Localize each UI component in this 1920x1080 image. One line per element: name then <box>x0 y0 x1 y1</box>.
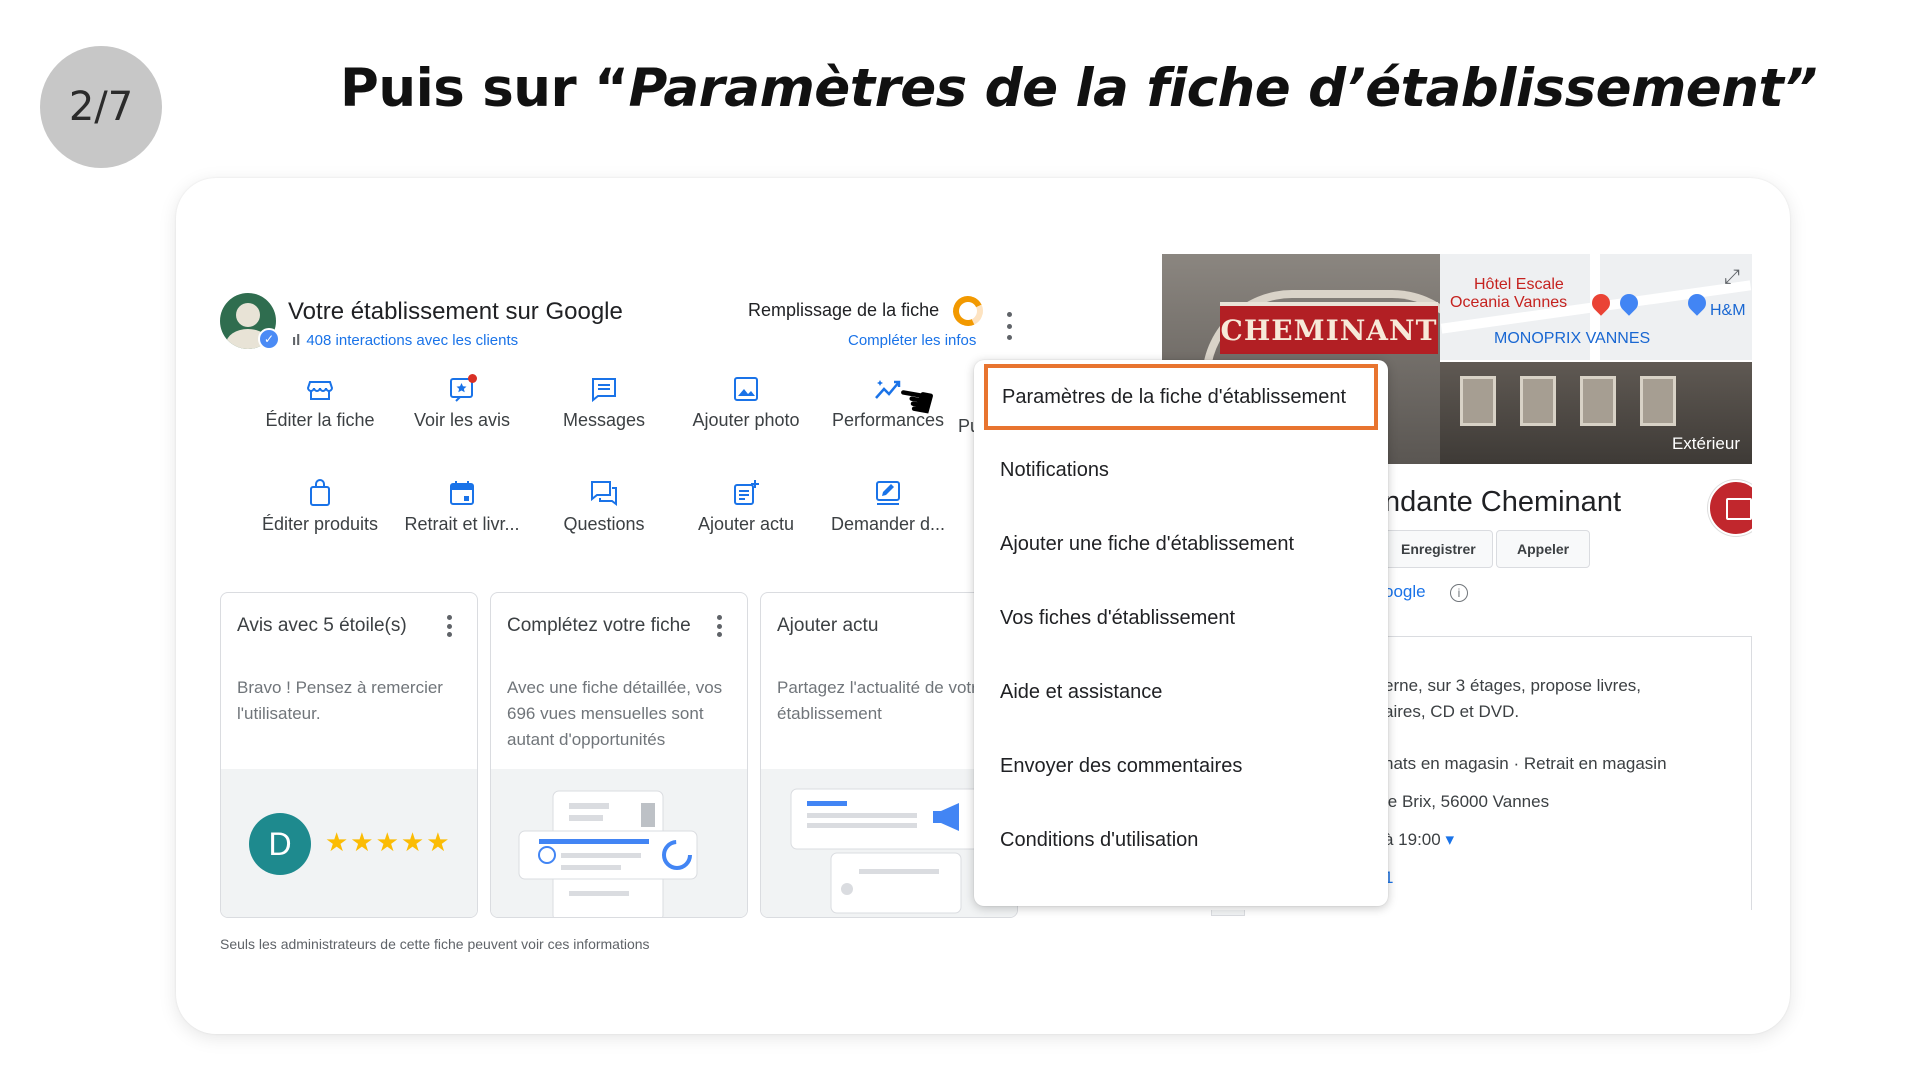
tile-footer: D ★★★★★ <box>221 769 477 917</box>
map-label-hotel: Hôtel Escale <box>1474 276 1564 293</box>
hours-line[interactable]: à 19:00 ▾ <box>1384 830 1454 850</box>
kebab-icon[interactable] <box>447 615 453 637</box>
tile-body: Avec une fiche détaillée, vos 696 vues m… <box>507 678 723 749</box>
menu-item-your-profiles[interactable]: Vos fiches d'établissement <box>974 588 1388 648</box>
avatar: D <box>249 813 311 875</box>
step-badge: 2/7 <box>40 46 162 168</box>
hours-text: à 19:00 <box>1384 830 1441 849</box>
page-title: Puis sur “Paramètres de la fiche d’établ… <box>340 58 1817 119</box>
shop-pin-icon <box>1616 290 1642 316</box>
store-icon <box>305 374 335 404</box>
action-add-photo[interactable]: Ajouter photo <box>676 374 816 431</box>
exterior-photo[interactable]: Extérieur <box>1440 362 1752 464</box>
fill-label: Remplissage de la fiche <box>748 300 940 320</box>
review-icon <box>447 374 477 404</box>
map-thumbnail[interactable]: Hôtel Escale Oceania Vannes H&M MONOPRIX… <box>1440 254 1752 360</box>
divider <box>1384 636 1752 637</box>
action-label: Éditer produits <box>261 514 379 534</box>
profile-illustration <box>518 790 698 917</box>
interactions-label: 408 interactions avec les clients <box>306 332 519 349</box>
screenshot-card: ✓ Votre établissement sur Google ıl 408 i… <box>176 178 1790 1034</box>
map-label-monoprix: MONOPRIX VANNES <box>1494 330 1651 347</box>
message-icon <box>589 374 619 404</box>
request-icon <box>873 478 903 508</box>
verified-check-icon: ✓ <box>258 328 280 350</box>
map-label-hm: H&M <box>1710 302 1746 319</box>
title-suffix: ” <box>1783 58 1817 119</box>
settings-dropdown-menu: Paramètres de la fiche d'établissement N… <box>974 360 1388 906</box>
save-button[interactable]: Enregistrer <box>1384 530 1493 568</box>
services-line: nats en magasin · Retrait en magasin <box>1384 754 1667 773</box>
business-name: ndante Cheminant <box>1384 486 1621 518</box>
address-line: le Brix, 56000 Vannes <box>1384 792 1550 811</box>
action-label: Questions <box>563 514 645 534</box>
complete-info-link[interactable]: Compléter les infos <box>848 332 976 349</box>
tile-title: Complétez votre fiche <box>507 615 691 636</box>
action-label: Messages <box>562 410 646 430</box>
action-label: Éditer la fiche <box>265 410 375 430</box>
action-pickup-delivery[interactable]: Retrait et livr... <box>392 478 532 535</box>
post-icon <box>731 478 761 508</box>
action-add-post[interactable]: Ajouter actu <box>676 478 816 535</box>
kebab-icon[interactable] <box>717 615 723 637</box>
action-request-review[interactable]: Demander d... <box>818 478 958 535</box>
description-line-2: aires, CD et DVD. <box>1384 702 1520 721</box>
action-edit-profile[interactable]: Éditer la fiche <box>250 374 390 431</box>
action-questions[interactable]: Questions <box>534 478 674 535</box>
action-label: Ajouter actu <box>697 514 795 534</box>
photo-icon <box>731 374 761 404</box>
action-label: Voir les avis <box>413 410 511 430</box>
chevron-down-icon: ▾ <box>1445 830 1455 849</box>
action-see-reviews[interactable]: Voir les avis <box>392 374 532 431</box>
store-sign: CHEMINANT <box>1220 302 1438 354</box>
action-label: Ajouter photo <box>692 410 800 430</box>
admin-footnote: Seuls les administrateurs de cette fiche… <box>220 936 650 952</box>
tile-body: Partagez l'actualité de votre établissem… <box>777 678 987 723</box>
bag-icon <box>305 478 335 508</box>
kebab-icon[interactable] <box>1004 312 1014 340</box>
exterior-label: Extérieur <box>1671 434 1740 453</box>
action-messages[interactable]: Messages <box>534 374 674 431</box>
questions-icon <box>589 478 619 508</box>
tile-illustration <box>491 769 747 917</box>
menu-item-add-profile[interactable]: Ajouter une fiche d'établissement <box>974 514 1388 574</box>
call-button[interactable]: Appeler <box>1496 530 1591 568</box>
menu-item-terms[interactable]: Conditions d'utilisation <box>974 810 1388 870</box>
tile-title: Ajouter actu <box>777 615 879 636</box>
business-title: Votre établissement sur Google <box>288 298 623 325</box>
action-edit-products[interactable]: Éditer produits <box>250 478 390 535</box>
menu-item-profile-settings[interactable]: Paramètres de la fiche d'établissement <box>984 364 1378 430</box>
menu-item-feedback[interactable]: Envoyer des commentaires <box>974 736 1388 796</box>
stats-icon: ıl <box>292 332 301 349</box>
google-link[interactable]: oogle <box>1384 582 1426 602</box>
description-line-1: erne, sur 3 étages, propose livres, <box>1384 676 1642 695</box>
menu-item-notifications[interactable]: Notifications <box>974 440 1388 500</box>
interactions-link[interactable]: ıl 408 interactions avec les clients <box>292 332 518 349</box>
action-label: Retrait et livr... <box>404 514 520 534</box>
map-label-oceania: Oceania Vannes <box>1450 294 1568 311</box>
action-label: Demander d... <box>830 514 946 534</box>
step-number: 2/7 <box>68 84 134 130</box>
tile-complete-profile[interactable]: Complétez votre fiche Avec une fiche dét… <box>490 592 748 918</box>
star-rating: ★★★★★ <box>325 827 452 857</box>
info-icon[interactable]: i <box>1450 584 1468 602</box>
tile-reviews[interactable]: Avis avec 5 étoile(s) Bravo ! Pensez à r… <box>220 592 478 918</box>
progress-ring-icon <box>948 291 988 331</box>
panel-border <box>1751 636 1752 910</box>
title-italic: Paramètres de la fiche d’établissement <box>628 58 1784 119</box>
title-prefix: Puis sur “ <box>340 58 629 119</box>
expand-icon[interactable]: ⤢ <box>1724 266 1740 289</box>
tile-title: Avis avec 5 étoile(s) <box>237 615 407 636</box>
business-logo <box>1708 480 1752 536</box>
calendar-icon <box>447 478 477 508</box>
menu-item-help[interactable]: Aide et assistance <box>974 662 1388 722</box>
notification-dot <box>468 374 477 383</box>
tile-body: Bravo ! Pensez à remercier l'utilisateur… <box>237 678 443 723</box>
